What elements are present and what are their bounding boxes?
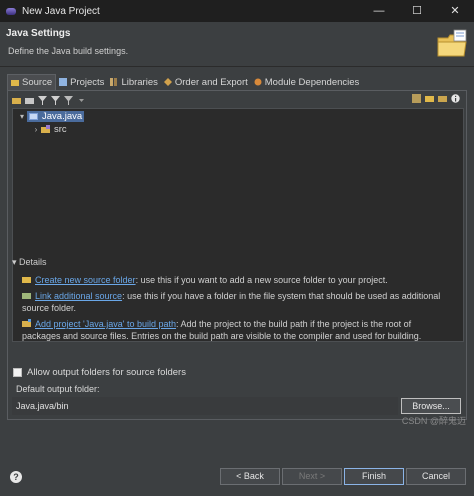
tab-label: Order and Export xyxy=(174,76,248,88)
remove-icon[interactable] xyxy=(438,94,447,103)
page-title: Java Settings xyxy=(6,28,71,39)
tree-item-src[interactable]: › src xyxy=(31,123,67,135)
tab-label: Libraries xyxy=(121,76,158,88)
java-project-icon xyxy=(29,112,38,120)
expand-icon[interactable]: › xyxy=(31,125,41,134)
tab-source[interactable]: Source xyxy=(7,74,57,90)
java-project-banner-icon xyxy=(437,29,467,57)
tab-strip: Source Projects Libraries Order and Expo… xyxy=(7,74,362,90)
maximize-button[interactable]: ☐ xyxy=(398,0,436,22)
tab-label: Projects xyxy=(70,76,105,88)
header-separator xyxy=(0,66,474,67)
add-project-to-build-path-link[interactable]: Add project 'Java.java' to build path xyxy=(35,319,176,329)
create-source-folder-link[interactable]: Create new source folder xyxy=(35,275,136,285)
tree-item-label: Java.java xyxy=(42,110,83,122)
new-source-folder-icon xyxy=(22,275,31,284)
link-source-icon xyxy=(22,291,31,300)
detail-link-source: Link additional source: use this if you … xyxy=(22,290,452,314)
order-export-icon xyxy=(163,78,172,86)
close-button[interactable]: ✕ xyxy=(436,0,474,22)
configure-icon[interactable] xyxy=(412,94,421,103)
source-tab-panel: ▾ Java.java › src ▾ Details Create new s… xyxy=(7,90,467,420)
tab-projects[interactable]: Projects xyxy=(56,74,107,90)
tab-module-dependencies[interactable]: Module Dependencies xyxy=(251,74,363,90)
tab-label: Source xyxy=(22,77,53,88)
filter-icon[interactable] xyxy=(38,95,47,105)
allow-output-folders-option[interactable]: Allow output folders for source folders xyxy=(13,367,186,378)
collapse-icon[interactable]: ▾ xyxy=(17,112,27,121)
package-folder-icon xyxy=(41,124,50,133)
help-icon[interactable]: ? xyxy=(10,471,22,483)
module-dependencies-icon xyxy=(254,78,262,86)
detail-text: : use this if you want to add a new sour… xyxy=(135,275,388,285)
filter-edit-icon[interactable] xyxy=(51,95,60,105)
link-folder-icon[interactable] xyxy=(25,96,34,105)
details-label: Details xyxy=(19,257,47,267)
detail-add-project: Add project 'Java.java' to build path: A… xyxy=(22,318,452,342)
back-button[interactable]: < Back xyxy=(220,468,280,485)
finish-button[interactable]: Finish xyxy=(344,468,404,485)
tree-item-project[interactable]: ▾ Java.java xyxy=(17,110,85,122)
tree-item-label: src xyxy=(54,123,67,135)
default-output-folder-label: Default output folder: xyxy=(16,384,100,394)
dropdown-icon[interactable] xyxy=(77,96,86,105)
add-to-build-path-icon xyxy=(22,319,31,328)
wizard-header: Java Settings Define the Java build sett… xyxy=(0,22,474,66)
page-subtitle: Define the Java build settings. xyxy=(8,46,129,56)
default-output-folder-field[interactable]: Java.java/bin xyxy=(12,397,398,415)
add-folder-icon[interactable] xyxy=(425,94,434,103)
tree-toolbar xyxy=(12,94,86,106)
tab-label: Module Dependencies xyxy=(264,76,360,88)
watermark: CSDN @醉鬼迈 xyxy=(401,416,466,426)
cancel-button[interactable]: Cancel xyxy=(406,468,466,485)
eclipse-icon xyxy=(6,7,16,15)
projects-icon xyxy=(59,78,68,86)
libraries-icon xyxy=(110,78,118,86)
details-toggle[interactable]: ▾ Details xyxy=(12,257,47,268)
allow-output-folders-checkbox[interactable] xyxy=(13,368,22,377)
details-chevron-icon: ▾ xyxy=(12,257,17,267)
output-folder-icon[interactable] xyxy=(64,95,73,105)
tree-toolbar-right xyxy=(412,94,460,103)
minimize-button[interactable]: — xyxy=(360,0,398,22)
tab-order-export[interactable]: Order and Export xyxy=(161,74,251,90)
source-folder-icon xyxy=(11,79,19,87)
title-bar: New Java Project — ☐ ✕ xyxy=(0,0,474,22)
link-additional-source-link[interactable]: Link additional source xyxy=(35,291,122,301)
allow-output-folders-label: Allow output folders for source folders xyxy=(27,367,186,378)
browse-button[interactable]: Browse... xyxy=(401,398,461,414)
tab-libraries[interactable]: Libraries xyxy=(107,74,160,90)
next-button[interactable]: Next > xyxy=(282,468,342,485)
window-controls: — ☐ ✕ xyxy=(360,0,474,22)
window-title: New Java Project xyxy=(22,5,100,17)
detail-create-folder: Create new source folder: use this if yo… xyxy=(22,274,452,286)
new-folder-icon[interactable] xyxy=(12,96,21,105)
info-icon[interactable] xyxy=(451,94,460,103)
